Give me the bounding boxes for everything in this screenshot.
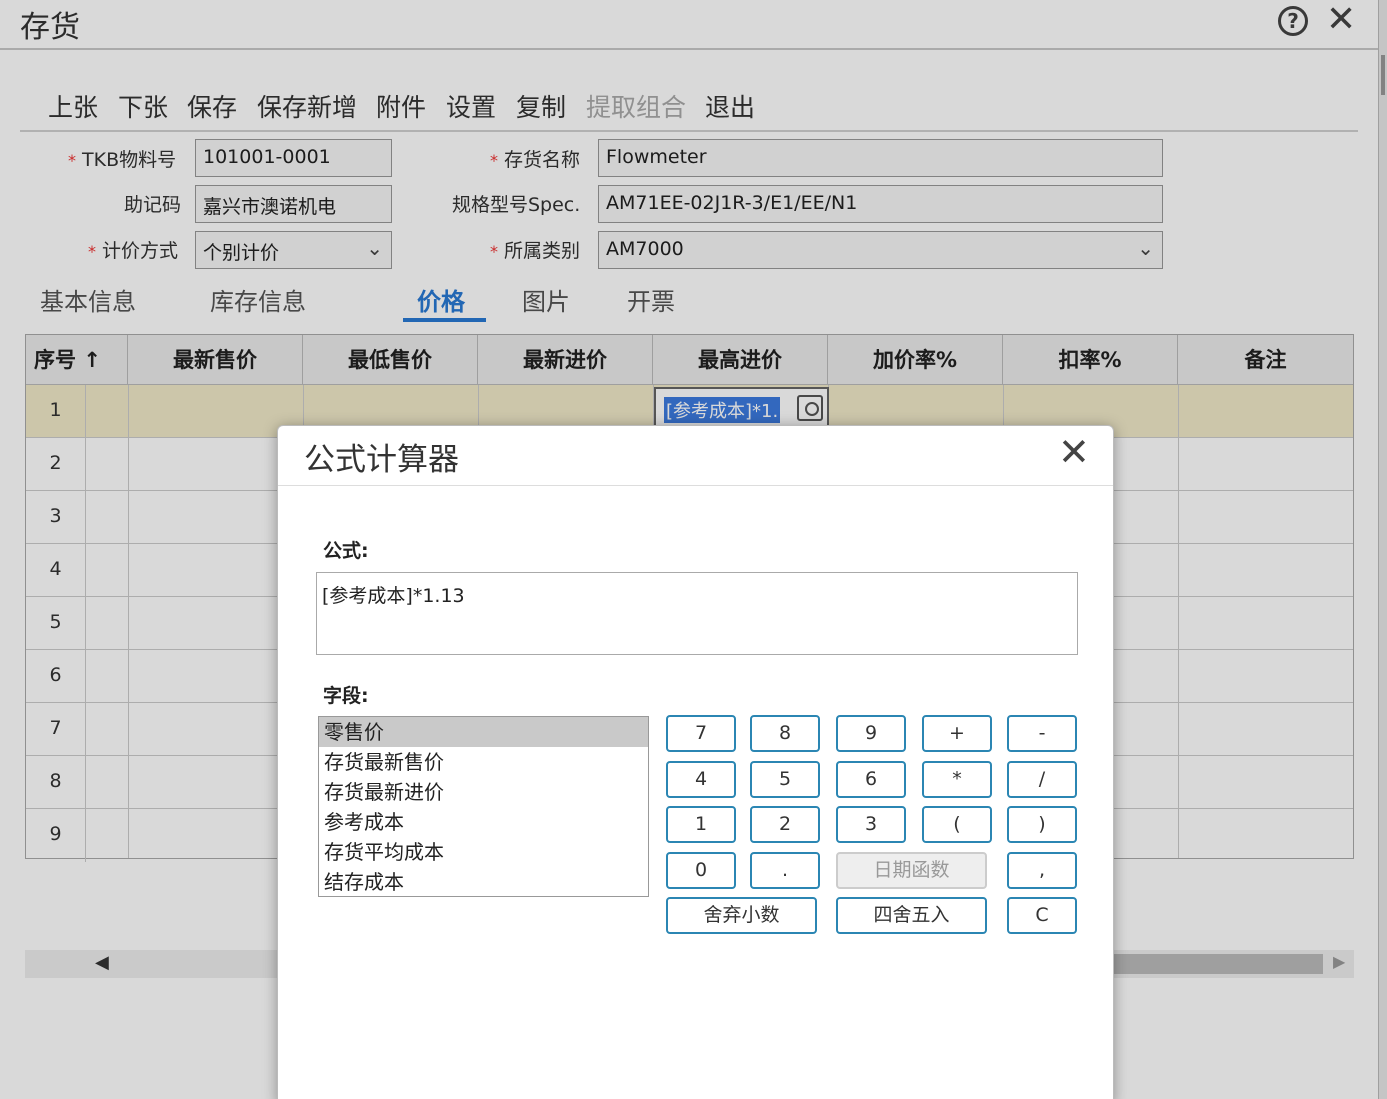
key-dot-button[interactable]: . [750, 852, 820, 889]
key-4-button[interactable]: 4 [666, 761, 736, 798]
date-function-button[interactable]: 日期函数 [836, 852, 987, 889]
dialog-divider [278, 485, 1113, 486]
key-divide-button[interactable]: / [1007, 761, 1077, 798]
list-item[interactable]: 零售价 [319, 717, 648, 747]
key-comma-button[interactable]: , [1007, 852, 1077, 889]
list-item[interactable]: 结存成本 [319, 867, 648, 896]
key-6-button[interactable]: 6 [836, 761, 906, 798]
key-plus-button[interactable]: + [922, 715, 992, 752]
key-lparen-button[interactable]: ( [922, 806, 992, 843]
fields-list[interactable]: 零售价 存货最新售价 存货最新进价 参考成本 存货平均成本 结存成本 [318, 716, 649, 897]
dialog-title: 公式计算器 [304, 442, 459, 478]
close-icon[interactable]: ✕ [1058, 432, 1090, 472]
list-item[interactable]: 存货最新进价 [319, 777, 648, 807]
round-button[interactable]: 四舍五入 [836, 897, 987, 934]
key-5-button[interactable]: 5 [750, 761, 820, 798]
key-minus-button[interactable]: - [1007, 715, 1077, 752]
formula-label: 公式: [323, 540, 369, 562]
key-9-button[interactable]: 9 [836, 715, 906, 752]
fields-label: 字段: [323, 685, 369, 707]
truncate-decimal-button[interactable]: 舍弃小数 [666, 897, 817, 934]
key-rparen-button[interactable]: ) [1007, 806, 1077, 843]
key-8-button[interactable]: 8 [750, 715, 820, 752]
list-item[interactable]: 存货平均成本 [319, 837, 648, 867]
formula-input[interactable]: [参考成本]*1.13 [316, 572, 1078, 655]
list-item[interactable]: 参考成本 [319, 807, 648, 837]
key-1-button[interactable]: 1 [666, 806, 736, 843]
clear-button[interactable]: C [1007, 897, 1077, 934]
list-item[interactable]: 存货最新售价 [319, 747, 648, 777]
key-7-button[interactable]: 7 [666, 715, 736, 752]
key-0-button[interactable]: 0 [666, 852, 736, 889]
key-3-button[interactable]: 3 [836, 806, 906, 843]
key-multiply-button[interactable]: * [922, 761, 992, 798]
key-2-button[interactable]: 2 [750, 806, 820, 843]
formula-calculator-dialog: 公式计算器 ✕ 公式: [参考成本]*1.13 字段: 零售价 存货最新售价 存… [277, 425, 1114, 1099]
